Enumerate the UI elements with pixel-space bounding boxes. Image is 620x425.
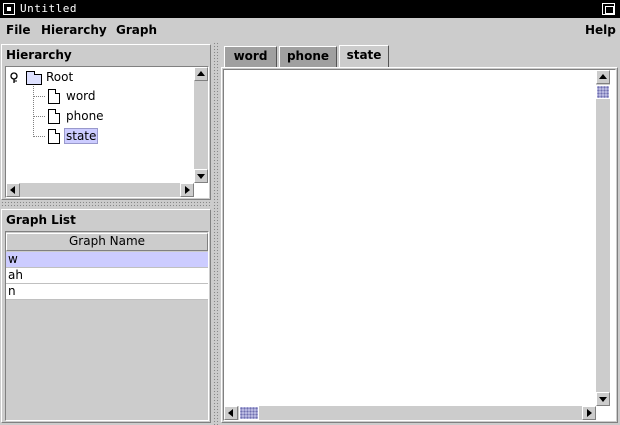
canvas-hscrollbar[interactable] xyxy=(224,406,596,420)
hierarchy-panel: Hierarchy Root word phone state xyxy=(1,44,211,200)
arrow-up-icon xyxy=(599,74,607,79)
window-title: Untitled xyxy=(20,2,77,15)
tree-connector xyxy=(33,116,45,117)
scroll-up-button[interactable] xyxy=(596,70,610,84)
arrow-left-icon xyxy=(228,409,233,417)
maximize-icon[interactable] xyxy=(602,3,615,15)
scroll-left-button[interactable] xyxy=(6,183,20,197)
scroll-left-button[interactable] xyxy=(224,406,238,420)
scroll-right-button[interactable] xyxy=(582,406,596,420)
graph-table: Graph Name w ah n xyxy=(5,231,209,421)
scroll-down-button[interactable] xyxy=(194,169,208,183)
table-row[interactable]: n xyxy=(6,284,208,300)
arrow-down-icon xyxy=(197,174,205,179)
tree-connector xyxy=(33,96,45,97)
canvas-vscrollbar[interactable] xyxy=(596,70,610,406)
graph-list-panel: Graph List Graph Name w ah n xyxy=(1,209,211,423)
table-row[interactable]: w xyxy=(6,252,208,268)
system-menu-icon[interactable] xyxy=(3,3,15,15)
table-row[interactable]: ah xyxy=(6,268,208,284)
vscroll-thumb[interactable] xyxy=(596,85,610,99)
hscroll-thumb[interactable] xyxy=(239,406,259,420)
tab-state[interactable]: state xyxy=(339,45,389,68)
tree-node-state[interactable]: state xyxy=(64,128,99,144)
tab-word[interactable]: word xyxy=(224,46,277,67)
hierarchy-title: Hierarchy xyxy=(6,48,72,62)
hierarchy-hscrollbar[interactable] xyxy=(6,183,194,197)
menu-help[interactable]: Help xyxy=(585,23,616,37)
horizontal-splitter[interactable] xyxy=(1,201,211,208)
tree-node-root[interactable]: Root xyxy=(46,70,73,84)
menu-file[interactable]: File xyxy=(6,23,31,37)
scroll-right-button[interactable] xyxy=(180,183,194,197)
document-icon xyxy=(48,129,60,144)
hierarchy-tree: Root word phone state xyxy=(5,66,209,198)
tab-content-panel xyxy=(221,67,618,423)
arrow-up-icon xyxy=(197,71,205,76)
menu-bar: File Hierarchy Graph Help xyxy=(0,18,620,42)
document-icon xyxy=(48,89,60,104)
menu-graph[interactable]: Graph xyxy=(116,23,157,37)
arrow-left-icon xyxy=(10,186,15,194)
column-header-graph-name[interactable]: Graph Name xyxy=(6,233,208,251)
tree-node-word[interactable]: word xyxy=(66,89,96,103)
key-icon[interactable] xyxy=(9,72,19,84)
tree-connector xyxy=(33,86,34,137)
folder-icon xyxy=(26,71,42,85)
tree-node-phone[interactable]: phone xyxy=(66,109,104,123)
arrow-down-icon xyxy=(599,397,607,402)
tree-connector xyxy=(33,136,45,137)
vertical-splitter[interactable] xyxy=(213,42,220,425)
hierarchy-vscrollbar[interactable] xyxy=(194,67,208,183)
graph-canvas[interactable] xyxy=(223,69,616,421)
arrow-right-icon xyxy=(185,186,190,194)
tab-phone[interactable]: phone xyxy=(279,46,337,67)
document-icon xyxy=(48,109,60,124)
scroll-up-button[interactable] xyxy=(194,67,208,81)
scroll-down-button[interactable] xyxy=(596,392,610,406)
arrow-right-icon xyxy=(587,409,592,417)
menu-hierarchy[interactable]: Hierarchy xyxy=(41,23,107,37)
title-bar[interactable]: Untitled xyxy=(0,0,620,18)
graph-list-title: Graph List xyxy=(6,213,76,227)
